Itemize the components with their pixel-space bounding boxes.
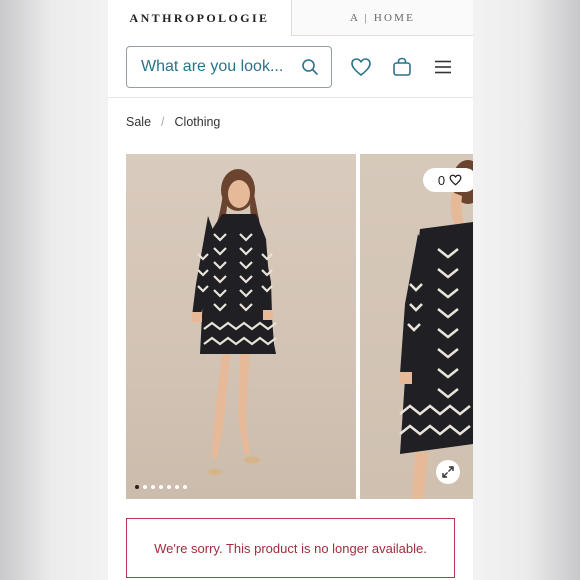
carousel-dot[interactable] <box>167 485 171 489</box>
search-icon[interactable] <box>301 58 319 76</box>
carousel-dots <box>135 485 187 489</box>
model-side-illustration <box>399 160 473 499</box>
tab-anthropologie[interactable]: ANTHROPOLOGIE <box>108 0 291 36</box>
tab-a-home[interactable]: A | HOME <box>291 0 473 36</box>
heart-icon[interactable] <box>350 56 372 78</box>
expand-button[interactable] <box>436 460 460 484</box>
mobile-page: ANTHROPOLOGIE A | HOME What are you look… <box>108 0 473 580</box>
menu-icon[interactable] <box>432 56 454 78</box>
breadcrumb-separator: / <box>161 115 165 129</box>
heart-icon <box>449 174 462 186</box>
carousel-dot[interactable] <box>143 485 147 489</box>
breadcrumb-sale[interactable]: Sale <box>126 115 151 129</box>
product-image-front[interactable] <box>126 154 356 499</box>
site-header: What are you look... <box>108 36 473 98</box>
search-input[interactable]: What are you look... <box>126 46 332 88</box>
product-image-side[interactable]: 0 <box>360 154 473 499</box>
breadcrumb-clothing[interactable]: Clothing <box>175 115 221 129</box>
breadcrumb: Sale / Clothing <box>126 115 220 129</box>
expand-icon <box>442 466 454 478</box>
carousel-dot[interactable] <box>135 485 139 489</box>
brand-tabs: ANTHROPOLOGIE A | HOME <box>108 0 473 36</box>
unavailable-notice: We're sorry. This product is no longer a… <box>126 518 455 578</box>
model-front-illustration <box>192 169 277 476</box>
carousel-dot[interactable] <box>183 485 187 489</box>
search-placeholder: What are you look... <box>141 58 284 75</box>
carousel-dot[interactable] <box>159 485 163 489</box>
wishlist-button[interactable]: 0 <box>423 168 473 192</box>
carousel-dot[interactable] <box>175 485 179 489</box>
wishlist-count: 0 <box>437 172 446 188</box>
product-gallery[interactable]: 0 <box>126 154 473 499</box>
bag-icon[interactable] <box>391 56 413 78</box>
unavailable-message: We're sorry. This product is no longer a… <box>154 540 427 556</box>
carousel-dot[interactable] <box>151 485 155 489</box>
